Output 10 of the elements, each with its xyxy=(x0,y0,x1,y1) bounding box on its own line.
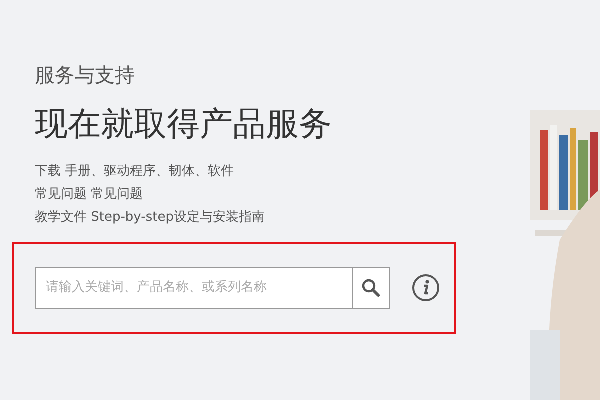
search-icon xyxy=(361,278,381,298)
link-text[interactable]: 教学文件 Step-by-step设定与安装指南 xyxy=(35,206,265,229)
link-text[interactable]: 下载 手册、驱动程序、韧体、软件 xyxy=(35,160,234,183)
search-button[interactable] xyxy=(352,267,390,309)
headline: 现在就取得产品服务 xyxy=(35,103,333,145)
info-button[interactable] xyxy=(412,274,440,302)
info-icon xyxy=(412,274,440,302)
search-field[interactable]: 请输入关键词、产品名称、或系列名称 xyxy=(35,267,352,309)
link-text[interactable]: 常见问题 常见问题 xyxy=(35,183,144,206)
section-label: 服务与支持 xyxy=(35,64,136,89)
